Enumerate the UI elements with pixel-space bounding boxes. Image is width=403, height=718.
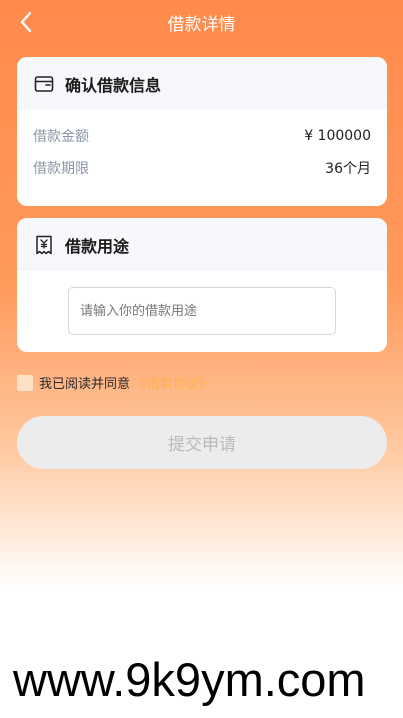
- chevron-left-icon: [20, 11, 32, 33]
- loan-purpose-input[interactable]: [68, 287, 336, 335]
- loan-amount-row: 借款金额 ¥ 100000: [17, 120, 387, 152]
- purpose-card-header: 借款用途: [17, 218, 387, 271]
- loan-term-value: 36个月: [325, 161, 371, 177]
- confirm-card-header: 确认借款信息: [17, 57, 387, 110]
- loan-purpose-card: 借款用途: [17, 218, 387, 352]
- agreement-row: 我已阅读并同意 《借款协议》: [17, 373, 212, 392]
- loan-term-row: 借款期限 36个月: [17, 152, 387, 184]
- purpose-card-title: 借款用途: [65, 236, 130, 256]
- confirm-loan-card: 确认借款信息 借款金额 ¥ 100000 借款期限 36个月: [17, 57, 387, 206]
- loan-term-label: 借款期限: [33, 161, 89, 177]
- page-title: 借款详情: [167, 14, 236, 35]
- watermark-text: www.9k9ym.com: [13, 653, 366, 706]
- loan-info-list: 借款金额 ¥ 100000 借款期限 36个月: [17, 110, 387, 184]
- wallet-icon: [34, 74, 54, 94]
- agreement-text: 我已阅读并同意: [39, 377, 131, 392]
- loan-amount-value: ¥ 100000: [304, 128, 371, 144]
- confirm-card-title: 确认借款信息: [65, 75, 162, 95]
- agreement-checkbox[interactable]: [17, 374, 33, 391]
- receipt-icon: [34, 235, 54, 255]
- back-button[interactable]: [14, 10, 38, 34]
- loan-agreement-link[interactable]: 《借款协议》: [134, 373, 212, 392]
- nav-bar: 借款详情: [0, 0, 403, 44]
- submit-application-button[interactable]: 提交申请: [17, 416, 387, 469]
- loan-amount-label: 借款金额: [33, 129, 89, 145]
